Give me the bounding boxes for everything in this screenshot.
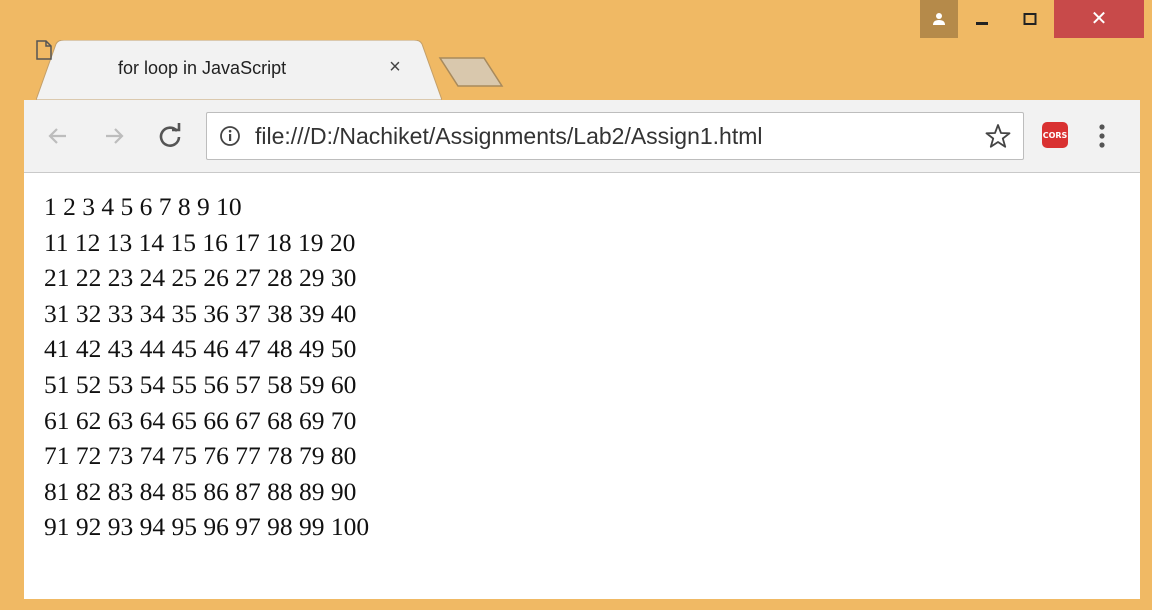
number-line: 81 82 83 84 85 86 87 88 89 90 xyxy=(44,476,357,506)
arrow-right-icon xyxy=(106,128,124,144)
window-controls: ✕ xyxy=(920,0,1144,38)
kebab-menu-icon[interactable] xyxy=(1090,118,1114,154)
number-line: 11 12 13 14 15 16 17 18 19 20 xyxy=(44,227,356,257)
number-output: 1 2 3 4 5 6 7 8 9 10 11 12 13 14 15 16 1… xyxy=(44,189,369,545)
tab-title: for loop in JavaScript xyxy=(118,58,287,78)
number-line: 91 92 93 94 95 96 97 98 99 100 xyxy=(44,512,370,542)
profile-button[interactable] xyxy=(920,0,958,38)
reload-icon xyxy=(159,123,181,147)
number-line: 61 62 63 64 65 66 67 68 69 70 xyxy=(44,405,357,435)
forward-button[interactable] xyxy=(96,118,132,154)
number-line: 51 52 53 54 55 56 57 58 59 60 xyxy=(44,369,357,399)
address-bar[interactable]: file:///D:/Nachiket/Assignments/Lab2/Ass… xyxy=(206,112,1024,160)
cors-extension-icon[interactable]: CORS xyxy=(1042,122,1068,148)
tab-close-icon[interactable]: × xyxy=(384,56,406,78)
number-line: 71 72 73 74 75 76 77 78 79 80 xyxy=(44,441,357,471)
star-icon[interactable] xyxy=(985,123,1011,149)
close-window-button[interactable]: ✕ xyxy=(1054,0,1144,38)
url-text[interactable]: file:///D:/Nachiket/Assignments/Lab2/Ass… xyxy=(255,123,763,150)
tab-active[interactable]: for loop in JavaScript × xyxy=(36,40,442,100)
extension-label: CORS xyxy=(1042,130,1068,140)
new-tab-button[interactable] xyxy=(438,56,504,88)
number-line: 21 22 23 24 25 26 27 28 29 30 xyxy=(44,263,357,293)
number-line: 1 2 3 4 5 6 7 8 9 10 xyxy=(44,192,242,221)
browser-window: ✕ for loop in JavaScript × file:///D:/Na… xyxy=(0,0,1152,610)
browser-toolbar: file:///D:/Nachiket/Assignments/Lab2/Ass… xyxy=(24,100,1140,173)
info-icon[interactable] xyxy=(219,125,241,147)
number-line: 31 32 33 34 35 36 37 38 39 40 xyxy=(44,298,357,328)
minimize-icon xyxy=(976,22,988,25)
close-icon: ✕ xyxy=(1090,8,1108,30)
document-icon xyxy=(36,40,52,60)
page-content: 1 2 3 4 5 6 7 8 9 10 11 12 13 14 15 16 1… xyxy=(24,173,1140,599)
maximize-button[interactable] xyxy=(1006,0,1054,38)
arrow-left-icon xyxy=(48,128,66,144)
number-line: 41 42 43 44 45 46 47 48 49 50 xyxy=(44,334,357,364)
person-icon xyxy=(933,13,945,25)
minimize-button[interactable] xyxy=(958,0,1006,38)
maximize-icon xyxy=(1023,13,1037,25)
reload-button[interactable] xyxy=(152,118,188,154)
back-button[interactable] xyxy=(40,118,76,154)
